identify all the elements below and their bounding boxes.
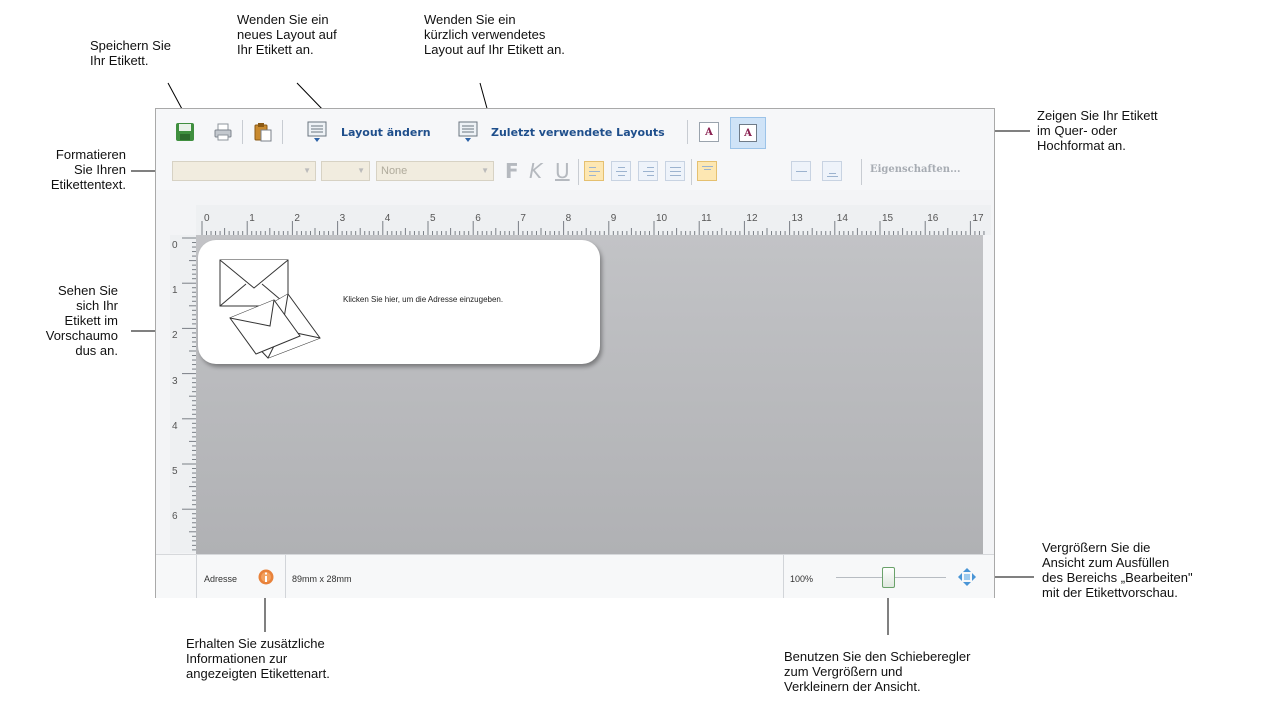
toolbar-separator [282, 120, 283, 144]
ruler-label: 14 [836, 213, 848, 224]
horizontal-ruler: 0 1 2 3 4 5 6 7 8 9 10 11 12 13 14 15 16 17 [196, 205, 991, 235]
ruler-label: 4 [172, 420, 178, 432]
status-separator [196, 555, 197, 598]
callout-recent: Wenden Sie ein kürzlich verwendetes Layo… [424, 12, 565, 57]
format-toolbar: ▼ ▼ None ▼ F K U Eigenschaften... [156, 152, 994, 190]
ruler-label: 5 [172, 466, 178, 477]
align-center-button[interactable] [611, 161, 631, 181]
ruler-label: 0 [204, 213, 210, 224]
callout-fit: Vergrößern Sie die Ansicht zum Ausfüllen… [1042, 540, 1193, 600]
ruler-label: 6 [475, 213, 481, 224]
fit-arrows-icon [958, 568, 976, 586]
status-bar: Adresse 89mm x 28mm 100% [156, 554, 994, 598]
toolbar-separator [691, 159, 692, 185]
save-button[interactable] [174, 121, 196, 143]
ruler-label: 13 [791, 213, 803, 224]
toolbar-separator [578, 159, 579, 185]
chevron-down-icon: ▼ [481, 166, 489, 175]
zoom-level-text: 100% [790, 574, 814, 584]
properties-button[interactable]: Eigenschaften... [870, 164, 961, 175]
ruler-label: 7 [520, 213, 526, 224]
vertical-ruler: 0 1 2 3 4 5 6 [170, 235, 196, 553]
ruler-label: 9 [610, 213, 617, 224]
label-info-button[interactable] [258, 569, 274, 585]
ruler-label: 10 [656, 213, 668, 224]
ruler-label: 2 [172, 330, 178, 342]
layout-icon [458, 121, 478, 142]
ruler-label: 1 [172, 285, 178, 297]
ruler-label: 16 [927, 213, 939, 224]
layout-icon-button[interactable] [306, 121, 328, 143]
address-placeholder[interactable]: Klicken Sie hier, um die Adresse einzuge… [343, 295, 503, 304]
valign-top-button[interactable] [697, 161, 717, 181]
print-button[interactable] [212, 121, 234, 143]
valign-middle-button[interactable] [791, 161, 811, 181]
label-type-text: Adresse [204, 574, 238, 584]
edit-area[interactable]: Klicken Sie hier, um die Adresse einzuge… [196, 235, 983, 555]
valign-bottom-button[interactable] [822, 161, 842, 181]
portrait-button[interactable]: A [730, 117, 766, 149]
fit-to-window-button[interactable] [958, 568, 976, 586]
horizontal-ruler-ticks [201, 221, 985, 235]
printer-icon [214, 123, 232, 141]
paste-button[interactable] [252, 121, 274, 143]
callout-info: Erhalten Sie zusätzliche Informationen z… [186, 636, 330, 681]
style-value: None [381, 165, 408, 177]
callout-layout: Wenden Sie ein neues Layout auf Ihr Etik… [237, 12, 337, 57]
toolbar-separator [242, 120, 243, 144]
vertical-ruler-ticks [182, 237, 196, 551]
bold-button[interactable]: F [505, 159, 519, 183]
callout-save: Speichern Sie Ihr Etikett. [90, 38, 171, 68]
save-icon [176, 123, 194, 141]
paste-icon [254, 123, 272, 142]
label-preview[interactable]: Klicken Sie hier, um die Adresse einzuge… [198, 240, 600, 364]
align-right-button[interactable] [638, 161, 658, 181]
label-editor-window: Layout ändern Zuletzt verwendete Layouts… [155, 108, 995, 598]
toolbar-separator [687, 120, 688, 144]
underline-button[interactable]: U [555, 159, 570, 183]
italic-button[interactable]: K [529, 159, 542, 183]
recent-layouts-button[interactable]: Zuletzt verwendete Layouts [491, 126, 665, 139]
ruler-label: 11 [701, 213, 712, 224]
callout-slider: Benutzen Sie den Schieberegler zum Vergr… [784, 649, 971, 694]
zoom-slider-thumb[interactable] [882, 567, 895, 588]
portrait-a-glyph: A [744, 127, 752, 139]
chevron-down-icon: ▼ [303, 166, 311, 175]
portrait-a-icon: A [739, 124, 757, 142]
style-combo[interactable]: None ▼ [376, 161, 494, 181]
chevron-down-icon: ▼ [357, 166, 365, 175]
toolbar-separator [861, 159, 862, 185]
landscape-a-icon: A [705, 126, 713, 138]
status-separator [285, 555, 286, 598]
ruler-label: 6 [172, 511, 178, 523]
ruler-label: 8 [565, 213, 572, 224]
change-layout-button[interactable]: Layout ändern [341, 126, 431, 139]
align-left-button[interactable] [584, 161, 604, 181]
font-size-combo[interactable]: ▼ [321, 161, 370, 181]
info-icon [258, 569, 274, 585]
ruler-label: 4 [384, 213, 391, 224]
recent-layouts-icon-button[interactable] [457, 121, 479, 143]
ruler-label: 5 [430, 213, 436, 224]
font-name-combo[interactable]: ▼ [172, 161, 316, 181]
ruler-label: 2 [294, 213, 300, 224]
status-separator [783, 555, 784, 598]
justify-button[interactable] [665, 161, 685, 181]
ruler-label: 0 [172, 240, 178, 251]
ruler-label: 17 [972, 213, 984, 224]
layout-icon [307, 121, 327, 142]
label-dimensions-text: 89mm x 28mm [292, 574, 352, 584]
ruler-label: 12 [746, 213, 758, 224]
ruler-label: 15 [882, 213, 894, 224]
callout-format: Formatieren Sie Ihren Etikettentext. [50, 147, 126, 192]
envelope-icon [219, 259, 321, 359]
ruler-label: 1 [249, 213, 255, 224]
ruler-label: 3 [339, 213, 346, 224]
callout-orientation: Zeigen Sie Ihr Etikett im Quer- oder Hoc… [1037, 108, 1158, 153]
main-toolbar: Layout ändern Zuletzt verwendete Layouts… [156, 109, 994, 152]
ruler-label: 3 [172, 375, 178, 387]
landscape-button[interactable]: A [699, 122, 719, 142]
callout-preview: Sehen Sie sich Ihr Etikett im Vorschaumo… [45, 283, 118, 358]
